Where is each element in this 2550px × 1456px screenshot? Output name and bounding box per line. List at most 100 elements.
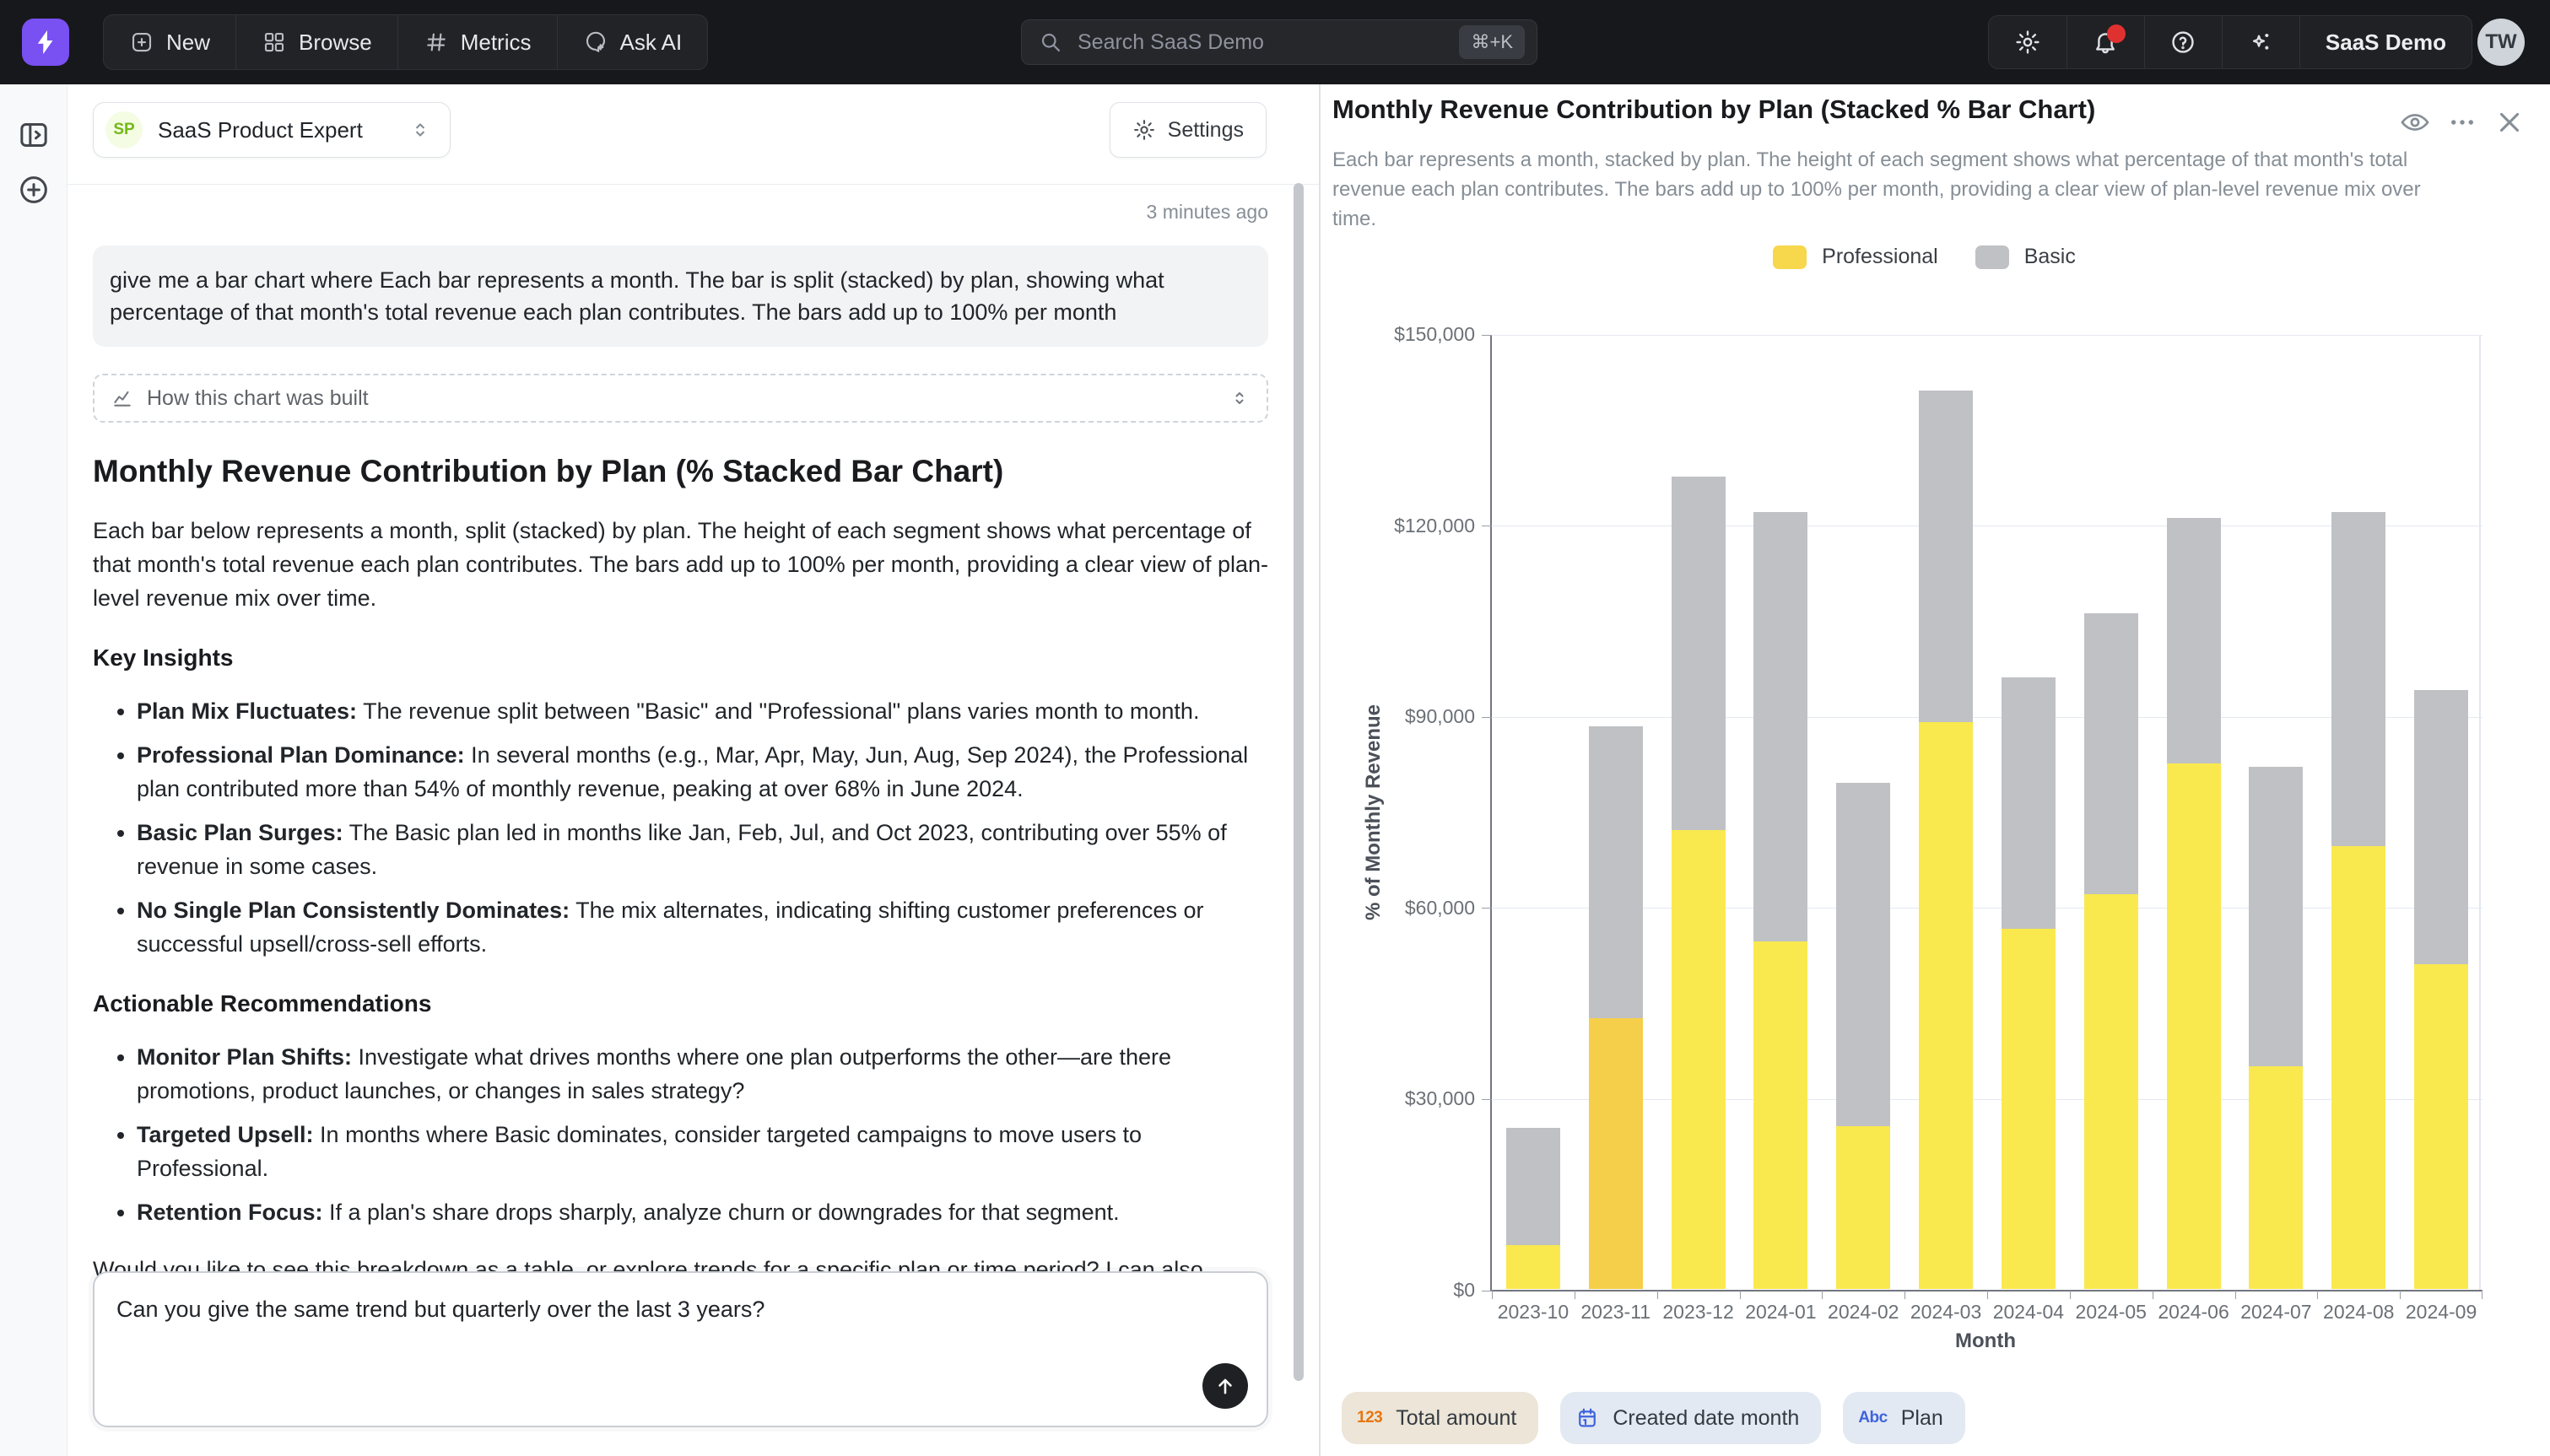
user-avatar[interactable]: TW [2477,19,2525,66]
x-axis-tick [1822,1291,1823,1299]
nav-button-metrics[interactable]: Metrics [397,15,557,69]
agent-selector[interactable]: SP SaaS Product Expert [93,102,451,158]
bar-segment-professional-2024-09[interactable] [2414,964,2468,1289]
field-badge-plan[interactable]: AbcPlan [1843,1392,1964,1444]
bar-segment-basic-2024-02[interactable] [1836,783,1890,1127]
field-badge-label: Created date month [1613,1406,1799,1431]
chevron-updown-icon [1229,388,1250,408]
global-search-input[interactable]: Search SaaS Demo ⌘+K [1021,19,1537,65]
chart-panel: Monthly Revenue Contribution by Plan (St… [1321,84,2550,1456]
bar-segment-professional-2024-08[interactable] [2331,846,2385,1289]
more-options-button[interactable] [2446,106,2478,138]
bar-segment-professional-2023-12[interactable] [1672,830,1726,1289]
nav-button-browse[interactable]: Browse [235,15,397,69]
recommendation-item: Monitor Plan Shifts: Investigate what dr… [137,1040,1268,1108]
workspace-name[interactable]: SaaS Demo [2299,16,2472,68]
chat-scrollbar[interactable] [1292,164,1305,1447]
legend-label-basic[interactable]: Basic [2024,245,2076,269]
bar-segment-basic-2024-03[interactable] [1919,391,1973,722]
bar-segment-professional-2024-05[interactable] [2084,894,2138,1289]
recommendations-heading: Actionable Recommendations [93,990,1268,1018]
how-chart-built-expander[interactable]: How this chart was built [93,374,1268,423]
preview-button[interactable] [2399,106,2431,138]
legend-swatch-professional[interactable] [1773,245,1807,269]
chat-input-value: Can you give the same trend but quarterl… [116,1293,1245,1325]
calendar-icon [1575,1406,1599,1430]
legend-label-professional[interactable]: Professional [1822,245,1938,269]
y-axis-label: $0 [1289,1279,1475,1302]
app-logo-lightning-icon[interactable] [22,19,69,66]
bar-segment-professional-2024-03[interactable] [1919,722,1973,1289]
key-insight-item: No Single Plan Consistently Dominates: T… [137,893,1268,961]
field-badge-total-amount[interactable]: 123Total amount [1342,1392,1538,1444]
bar-segment-professional-2024-04[interactable] [2002,929,2056,1289]
help-button[interactable] [2144,16,2222,68]
bar-segment-basic-2024-06[interactable] [2167,518,2221,763]
expand-sidebar-button[interactable] [17,118,51,152]
primary-nav: NewBrowseMetrics Ask AI [103,14,708,70]
y-axis-tick [1482,1099,1492,1100]
x-axis-label: 2024-09 [2382,1301,2500,1324]
bar-segment-basic-2024-08[interactable] [2331,512,2385,847]
legend-swatch-basic[interactable] [1975,245,2009,269]
x-axis-tick [2070,1291,2071,1299]
bar-segment-professional-2024-06[interactable] [2167,763,2221,1289]
recommendations-list: Monitor Plan Shifts: Investigate what dr… [93,1040,1268,1229]
settings-label: Settings [1168,118,1244,143]
agent-settings-button[interactable]: Settings [1110,102,1267,158]
y-axis-tick [1482,1291,1492,1292]
y-axis-tick [1482,717,1492,718]
bar-segment-basic-2023-11[interactable] [1589,726,1643,1018]
chat-input[interactable]: Can you give the same trend but quarterl… [93,1271,1268,1427]
nav-button-new[interactable]: New [104,15,235,69]
bar-segment-professional-2024-02[interactable] [1836,1126,1890,1289]
nav-button-ask-ai[interactable]: Ask AI [557,15,708,69]
settings-gear-button[interactable] [1989,16,2066,68]
bar-segment-professional-2024-01[interactable] [1753,941,1807,1289]
ai-assistant-button[interactable] [2222,16,2299,68]
chat-sparkle-icon [583,30,608,55]
nav-button-label: Ask AI [620,30,683,56]
bar-segment-basic-2023-10[interactable] [1506,1128,1560,1245]
bar-segment-professional-2024-07[interactable] [2249,1066,2303,1289]
field-badges: 123Total amount Created date month AbcPlan [1342,1392,1965,1444]
send-message-button[interactable] [1202,1363,1248,1409]
x-axis-tick [1657,1291,1658,1299]
x-axis-tick [1492,1291,1493,1299]
ai-chat-panel: SP SaaS Product Expert Settings 3 minute… [68,84,1319,1456]
gear-icon [1132,118,1156,142]
panel-expand-icon [17,118,51,152]
grid-icon [262,30,287,55]
bar-segment-basic-2024-04[interactable] [2002,677,2056,929]
gear-icon [2014,29,2041,56]
search-shortcut-badge: ⌘+K [1459,25,1525,59]
help-circle-icon [2169,29,2196,56]
x-axis-tick [2400,1291,2401,1299]
y-axis-tick [1482,335,1492,336]
y-axis-label: $30,000 [1289,1087,1475,1110]
left-icon-rail [0,84,68,1456]
bar-segment-professional-2023-11[interactable] [1589,1018,1643,1289]
top-navigation-bar: NewBrowseMetrics Ask AI Search SaaS Demo … [0,0,2550,84]
field-badge-created-date-month[interactable]: Created date month [1560,1392,1821,1444]
bar-segment-basic-2024-05[interactable] [2084,613,2138,893]
bar-segment-professional-2023-10[interactable] [1506,1245,1560,1289]
arrow-up-icon [1213,1374,1237,1398]
x-axis-tick [2317,1291,2318,1299]
new-thread-button[interactable] [17,173,51,207]
x-axis-tick [1740,1291,1741,1299]
key-insight-item: Basic Plan Surges: The Basic plan led in… [137,816,1268,883]
bar-segment-basic-2024-01[interactable] [1753,512,1807,942]
bar-segment-basic-2024-09[interactable] [2414,690,2468,964]
bar-segment-basic-2024-07[interactable] [2249,767,2303,1066]
hash-icon [424,30,449,55]
stacked-bar-chart: $0$30,000$60,000$90,000$120,000$150,0002… [1490,335,2481,1291]
notifications-button[interactable] [2066,16,2144,68]
x-axis-tick [1987,1291,1988,1299]
scrollbar-thumb[interactable] [1294,183,1304,1381]
close-panel-button[interactable] [2493,106,2526,138]
agent-avatar: SP [105,111,143,148]
bar-segment-basic-2023-12[interactable] [1672,477,1726,830]
y-axis-title: % of Monthly Revenue [1362,704,1386,920]
abc-icon: Abc [1858,1409,1887,1427]
